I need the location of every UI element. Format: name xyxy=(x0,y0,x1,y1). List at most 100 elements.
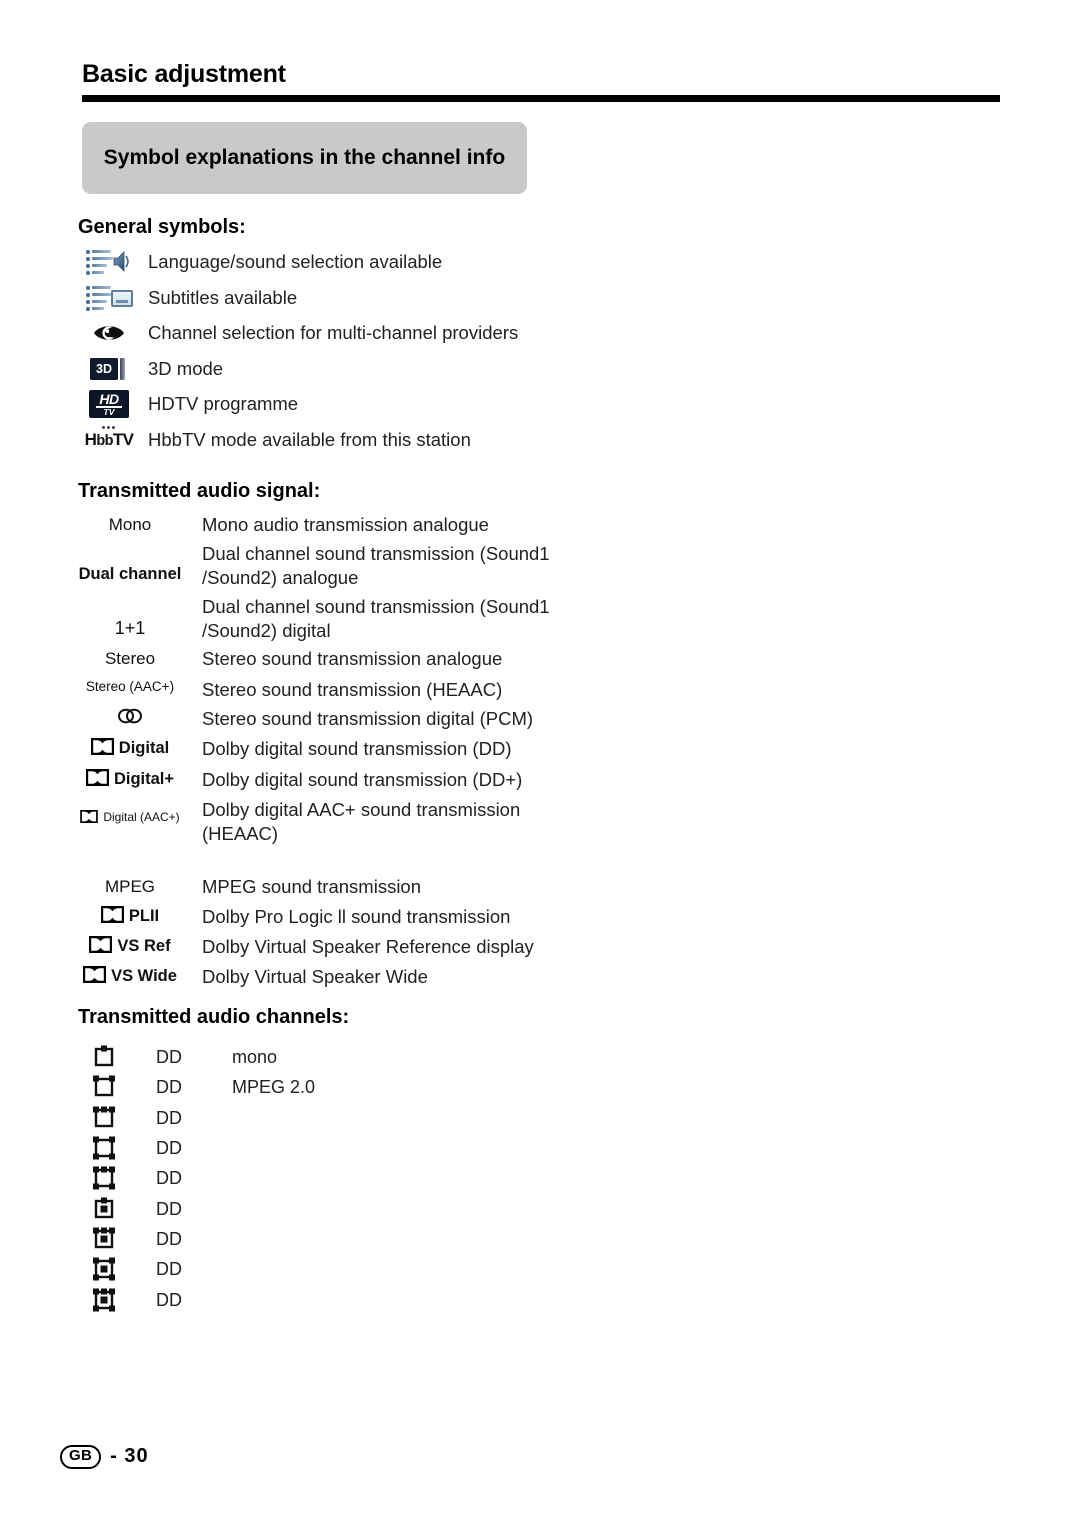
dolby-double-d-icon xyxy=(90,738,114,755)
hbbtv-dots-glyph xyxy=(101,426,117,431)
document-page: Basic adjustment Symbol explanations in … xyxy=(0,0,1080,1532)
audio-signal-label: Digital xyxy=(60,737,200,759)
page-number: - 30 xyxy=(110,1445,149,1468)
audio-channel-format: DD xyxy=(156,1289,182,1310)
header-divider xyxy=(82,95,1000,102)
chapter-title: Basic adjustment xyxy=(82,60,286,88)
audio-signal-desc: Stereo sound transmission (HEAAC) xyxy=(202,679,503,700)
3d-badge-label: 3D xyxy=(90,358,118,380)
hbbtv-icon: HbbTV xyxy=(70,425,148,455)
speaker-glyph xyxy=(113,251,129,272)
speaker-layout-6-icon xyxy=(60,1196,148,1222)
audio-signal-label: Stereo (AAC+) xyxy=(85,679,175,694)
audio-signal-label-text: VS Ref xyxy=(117,937,171,955)
audio-signal-label-text: Digital (AAC+) xyxy=(103,810,180,824)
audio-signal-label: Digital (AAC+) xyxy=(60,798,200,825)
audio-channel-format: DD xyxy=(156,1107,182,1128)
general-symbol-label: HDTV programme xyxy=(148,393,299,414)
audio-signal-label: Digital+ xyxy=(60,768,200,790)
general-symbol-label: Subtitles available xyxy=(148,287,298,308)
audio-signal-label: PLII xyxy=(60,905,200,927)
audio-signal-desc: Mono audio transmission analogue xyxy=(202,514,489,535)
speaker-layout-4-icon xyxy=(60,1135,148,1161)
3d-mode-icon: 3D xyxy=(70,354,148,384)
audio-signal-row: PLII Dolby Pro Logic ll sound transmissi… xyxy=(60,905,860,929)
audio-signal-desc: Dolby Pro Logic ll sound transmission xyxy=(202,906,511,927)
language-sound-selection-icon xyxy=(70,247,148,277)
audio-signal-row: Stereo Stereo sound transmission analogu… xyxy=(60,647,860,671)
audio-channel-note: MPEG 2.0 xyxy=(232,1076,316,1097)
speaker-layout-3-icon xyxy=(60,1105,148,1131)
audio-signal-label: VS Ref xyxy=(60,935,200,957)
audio-channel-row: DD xyxy=(60,1226,560,1252)
hdtv-icon: HD TV xyxy=(70,389,148,419)
dolby-double-d-icon xyxy=(89,936,113,953)
general-symbol-label: Channel selection for multi-channel prov… xyxy=(148,322,519,343)
eye-icon xyxy=(70,318,148,348)
general-symbol-row: Subtitles available xyxy=(70,283,830,313)
general-symbol-label: Language/sound selection available xyxy=(148,251,443,272)
general-symbol-row: HD TV HDTV programme xyxy=(70,389,830,419)
pcm-stereo-icon xyxy=(118,708,142,724)
audio-signal-row: Stereo sound transmission digital (PCM) xyxy=(60,707,860,731)
page-footer: GB - 30 xyxy=(60,1445,149,1469)
audio-signal-label: VS Wide xyxy=(60,965,200,987)
audio-channel-format: DD xyxy=(156,1258,182,1279)
general-symbol-row: Channel selection for multi-channel prov… xyxy=(70,318,830,348)
audio-channel-row: DD xyxy=(60,1105,560,1131)
audio-signal-desc: MPEG sound transmission xyxy=(202,876,422,897)
audio-channel-row: DD MPEG 2.0 xyxy=(60,1074,560,1100)
speaker-layout-7-icon xyxy=(60,1226,148,1252)
dolby-double-d-icon xyxy=(85,769,109,786)
speaker-layout-1-icon xyxy=(60,1044,148,1070)
audio-channel-format: DD xyxy=(156,1228,182,1249)
audio-signal-desc: Stereo sound transmission analogue xyxy=(202,648,503,669)
audio-signal-desc: Dolby digital AAC+ sound transmission (H… xyxy=(202,799,521,845)
audio-signal-label-text: VS Wide xyxy=(111,967,177,985)
audio-channel-row: DD xyxy=(60,1196,560,1222)
audio-channel-row: DD xyxy=(60,1256,560,1282)
audio-signal-label: 1+1 xyxy=(114,618,146,638)
audio-signal-desc: Dual channel sound transmission (Sound1 … xyxy=(202,596,550,642)
audio-signal-row: VS Wide Dolby Virtual Speaker Wide xyxy=(60,965,860,989)
general-symbol-label: HbbTV mode available from this station xyxy=(148,429,471,450)
general-symbol-row: HbbTV HbbTV mode available from this sta… xyxy=(70,425,830,455)
subtitle-screen-glyph xyxy=(111,290,133,307)
audio-channel-note: mono xyxy=(232,1046,278,1067)
audio-channel-row: DD xyxy=(60,1287,560,1313)
region-badge: GB xyxy=(60,1445,102,1469)
dolby-double-d-icon xyxy=(80,810,99,823)
audio-signal-row: Stereo (AAC+) Stereo sound transmission … xyxy=(60,678,860,702)
audio-channel-format: DD xyxy=(156,1076,182,1097)
audio-signal-desc: Dolby Virtual Speaker Wide xyxy=(202,966,428,987)
general-symbol-row: 3D 3D mode xyxy=(70,354,830,384)
audio-channel-format: DD xyxy=(156,1046,182,1067)
section-title: Symbol explanations in the channel info xyxy=(103,145,506,169)
speaker-layout-5-icon xyxy=(60,1165,148,1191)
speaker-layout-2-icon xyxy=(60,1074,148,1100)
dolby-double-d-icon xyxy=(83,966,107,983)
audio-signal-label: Mono xyxy=(108,515,152,534)
audio-signal-row: MPEG MPEG sound transmission xyxy=(60,875,860,899)
audio-signal-row: Digital Dolby digital sound transmission… xyxy=(60,737,860,761)
audio-signal-label: MPEG xyxy=(104,877,156,896)
heading-general-symbols: General symbols: xyxy=(78,216,246,238)
heading-transmitted-audio-channels: Transmitted audio channels: xyxy=(78,1006,350,1028)
audio-channel-row: DD xyxy=(60,1135,560,1161)
audio-signal-row: 1+1 Dual channel sound transmission (Sou… xyxy=(60,595,860,644)
audio-signal-desc: Dolby digital sound transmission (DD) xyxy=(202,738,512,759)
audio-channel-row: DD xyxy=(60,1165,560,1191)
audio-signal-label xyxy=(60,707,200,724)
audio-channel-format: DD xyxy=(156,1198,182,1219)
audio-signal-row: Mono Mono audio transmission analogue xyxy=(60,513,860,537)
audio-signal-label: Dual channel xyxy=(78,565,182,583)
subtitles-icon xyxy=(70,283,148,313)
heading-transmitted-audio-signal: Transmitted audio signal: xyxy=(78,480,321,502)
audio-signal-row: Digital+ Dolby digital sound transmissio… xyxy=(60,768,860,792)
audio-channel-row: DD mono xyxy=(60,1044,560,1070)
audio-channel-format: DD xyxy=(156,1137,182,1158)
audio-signal-desc: Stereo sound transmission digital (PCM) xyxy=(202,708,534,729)
section-title-box: Symbol explanations in the channel info xyxy=(82,122,527,194)
speaker-layout-9-icon xyxy=(60,1287,148,1313)
audio-signal-desc: Dolby digital sound transmission (DD+) xyxy=(202,769,523,790)
